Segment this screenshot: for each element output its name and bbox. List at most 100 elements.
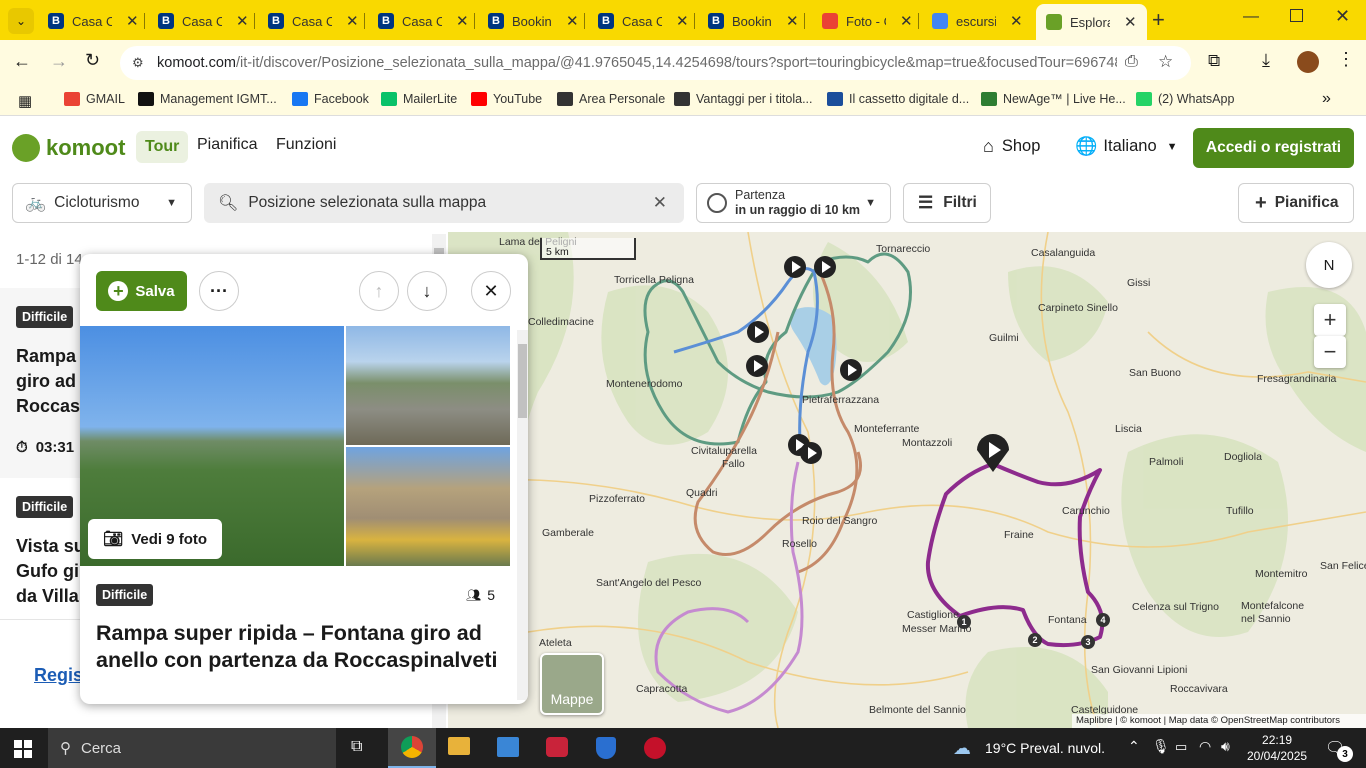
new-tab-button[interactable]: + <box>1152 7 1165 33</box>
address-bar[interactable]: ⚙ komoot.com/it-it/discover/Posizione_se… <box>120 46 1191 80</box>
view-photos-button[interactable]: 📷︎ Vedi 9 foto <box>88 519 222 559</box>
sport-selector[interactable]: 🚲 Cicloturismo ▼ <box>12 183 192 223</box>
start-radius-selector[interactable]: Partenza in un raggio di 10 km ▼ <box>696 183 891 223</box>
previous-tour-button[interactable]: ↑ <box>359 271 399 311</box>
bookmark-star-icon[interactable]: ☆ <box>1158 52 1173 72</box>
windows-start-icon[interactable] <box>14 740 32 758</box>
card-scrollbar-thumb[interactable] <box>518 344 527 418</box>
tab-search-icon[interactable]: ⌄ <box>8 8 34 34</box>
install-app-icon[interactable]: ⎙ <box>1125 53 1138 71</box>
wifi-icon[interactable]: ◠ <box>1199 738 1211 755</box>
close-tab-icon[interactable]: ✕ <box>346 12 359 30</box>
bookmark-item[interactable]: GMAIL <box>64 92 125 106</box>
volume-icon[interactable]: 🔊︎ <box>1221 738 1230 755</box>
close-tab-icon[interactable]: ✕ <box>900 12 913 30</box>
clock[interactable]: 22:19 20/04/2025 <box>1247 732 1307 764</box>
place-label: Capracotta <box>636 683 688 695</box>
nav-pianifica[interactable]: Pianifica <box>197 136 257 154</box>
card-scrollbar[interactable] <box>517 330 528 700</box>
plan-button[interactable]: + Pianifica <box>1238 183 1354 223</box>
browser-tab[interactable]: B Booking ✕ <box>708 6 805 36</box>
zoom-out-button[interactable]: − <box>1314 336 1346 368</box>
close-tab-icon[interactable]: ✕ <box>1124 13 1137 31</box>
shop-link[interactable]: ⌂ Shop <box>983 136 1040 157</box>
task-view-icon[interactable]: ⧉ <box>351 738 362 756</box>
tour-title[interactable]: Rampa super ripida – Fontana giro ad ane… <box>96 620 506 674</box>
tour-photo-road[interactable] <box>346 326 510 445</box>
tour-photo-village[interactable] <box>346 447 510 566</box>
bookmark-item[interactable]: Facebook <box>292 92 369 106</box>
booking-icon: B <box>378 13 394 29</box>
taskbar-explorer-icon[interactable] <box>448 737 470 755</box>
bookmark-item[interactable]: Il cassetto digitale d... <box>827 92 969 106</box>
browser-tab[interactable]: escursio ✕ <box>932 6 1023 36</box>
taskbar-security-icon[interactable] <box>596 737 616 759</box>
tour-title[interactable]: Vista su Gufo gi da Villa <box>16 534 85 609</box>
taskbar-recorder-icon[interactable] <box>644 737 666 759</box>
bookmark-item[interactable]: Vantaggi per i titola... <box>674 92 813 106</box>
nav-tour[interactable]: Tour <box>136 131 189 163</box>
zoom-in-button[interactable]: + <box>1314 304 1346 336</box>
browser-tab[interactable]: Esplora ✕ <box>1036 4 1147 40</box>
apps-grid-icon[interactable]: ▦ <box>18 92 32 110</box>
show-hidden-icons[interactable]: ⌃ <box>1128 738 1140 755</box>
search-icon: ⚲ <box>60 740 71 757</box>
taskbar-app-icon[interactable] <box>546 737 568 757</box>
filters-button[interactable]: ☰ Filtri <box>903 183 991 223</box>
close-window-button[interactable]: ✕ <box>1335 6 1350 27</box>
more-bookmarks-icon[interactable]: » <box>1322 90 1331 108</box>
browser-tab[interactable]: B Casa Or ✕ <box>268 6 365 36</box>
close-tab-icon[interactable]: ✕ <box>676 12 689 30</box>
close-tab-icon[interactable]: ✕ <box>566 12 579 30</box>
browser-tab[interactable]: Foto - G ✕ <box>822 6 919 36</box>
browser-menu-icon[interactable]: ⋮ <box>1337 49 1355 70</box>
bookmark-item[interactable]: MailerLite <box>381 92 457 106</box>
maximize-button[interactable] <box>1290 9 1303 22</box>
bookmark-item[interactable]: NewAge™ | Live He... <box>981 92 1126 106</box>
minimize-button[interactable]: — <box>1243 8 1259 26</box>
forward-arrow-icon[interactable]: → <box>50 51 68 72</box>
clear-search-icon[interactable]: ✕ <box>653 193 667 213</box>
microphone-icon[interactable]: 🎙︎ <box>1152 738 1170 755</box>
register-link[interactable]: Regis <box>34 665 83 686</box>
weather-text[interactable]: 19°C Preval. nuvol. <box>985 740 1105 756</box>
back-arrow-icon[interactable]: ← <box>13 51 31 72</box>
close-tab-icon[interactable]: ✕ <box>1010 12 1023 30</box>
close-tab-icon[interactable]: ✕ <box>126 12 139 30</box>
profile-avatar[interactable] <box>1297 51 1319 73</box>
map-view[interactable]: 1 2 3 4 Lama dei Peligni Tornareccio Casal… <box>448 232 1366 728</box>
place-label: Sant'Angelo del Pesco <box>596 577 702 589</box>
browser-tab[interactable]: B Casa Or ✕ <box>378 6 475 36</box>
nav-funzioni[interactable]: Funzioni <box>276 136 336 154</box>
save-button[interactable]: + Salva <box>96 271 187 311</box>
next-tour-button[interactable]: ↓ <box>407 271 447 311</box>
bookmark-item[interactable]: Area Personale <box>557 92 665 106</box>
site-settings-icon[interactable]: ⚙ <box>132 55 144 71</box>
reload-icon[interactable]: ↻ <box>85 50 100 71</box>
bookmark-item[interactable]: YouTube <box>471 92 542 106</box>
url-text[interactable]: komoot.com/it-it/discover/Posizione_sele… <box>157 55 1117 71</box>
download-icon[interactable]: ⤓ <box>1262 50 1270 71</box>
map-layers-button[interactable]: Mappe <box>540 653 604 715</box>
close-card-button[interactable]: ✕ <box>471 271 511 311</box>
close-tab-icon[interactable]: ✕ <box>786 12 799 30</box>
bookmark-item[interactable]: Management IGMT... <box>138 92 277 106</box>
more-options-button[interactable]: ··· <box>199 271 239 311</box>
browser-tab[interactable]: B Casa Or ✕ <box>598 6 695 36</box>
browser-tab[interactable]: B Casa Or ✕ <box>158 6 255 36</box>
extensions-icon[interactable]: ⧉ <box>1208 51 1220 71</box>
bookmark-item[interactable]: (2) WhatsApp <box>1136 92 1234 106</box>
close-tab-icon[interactable]: ✕ <box>236 12 249 30</box>
browser-tab[interactable]: B Booking ✕ <box>488 6 585 36</box>
komoot-logo[interactable]: komoot <box>12 134 125 162</box>
taskbar-chrome-icon[interactable] <box>388 728 436 768</box>
compass-button[interactable]: N <box>1306 242 1352 288</box>
browser-tab[interactable]: B Casa Or ✕ <box>48 6 145 36</box>
login-register-button[interactable]: Accedi o registrati <box>1193 128 1354 168</box>
close-tab-icon[interactable]: ✕ <box>456 12 469 30</box>
location-search-input[interactable]: 🔍︎ Posizione selezionata sulla mappa ✕ <box>204 183 684 223</box>
language-selector[interactable]: 🌐 Italiano ▼ <box>1075 136 1178 157</box>
taskbar-search[interactable]: ⚲ Cerca <box>48 728 336 768</box>
taskbar-store-icon[interactable] <box>497 737 519 757</box>
battery-icon[interactable]: ▭ <box>1175 739 1187 755</box>
